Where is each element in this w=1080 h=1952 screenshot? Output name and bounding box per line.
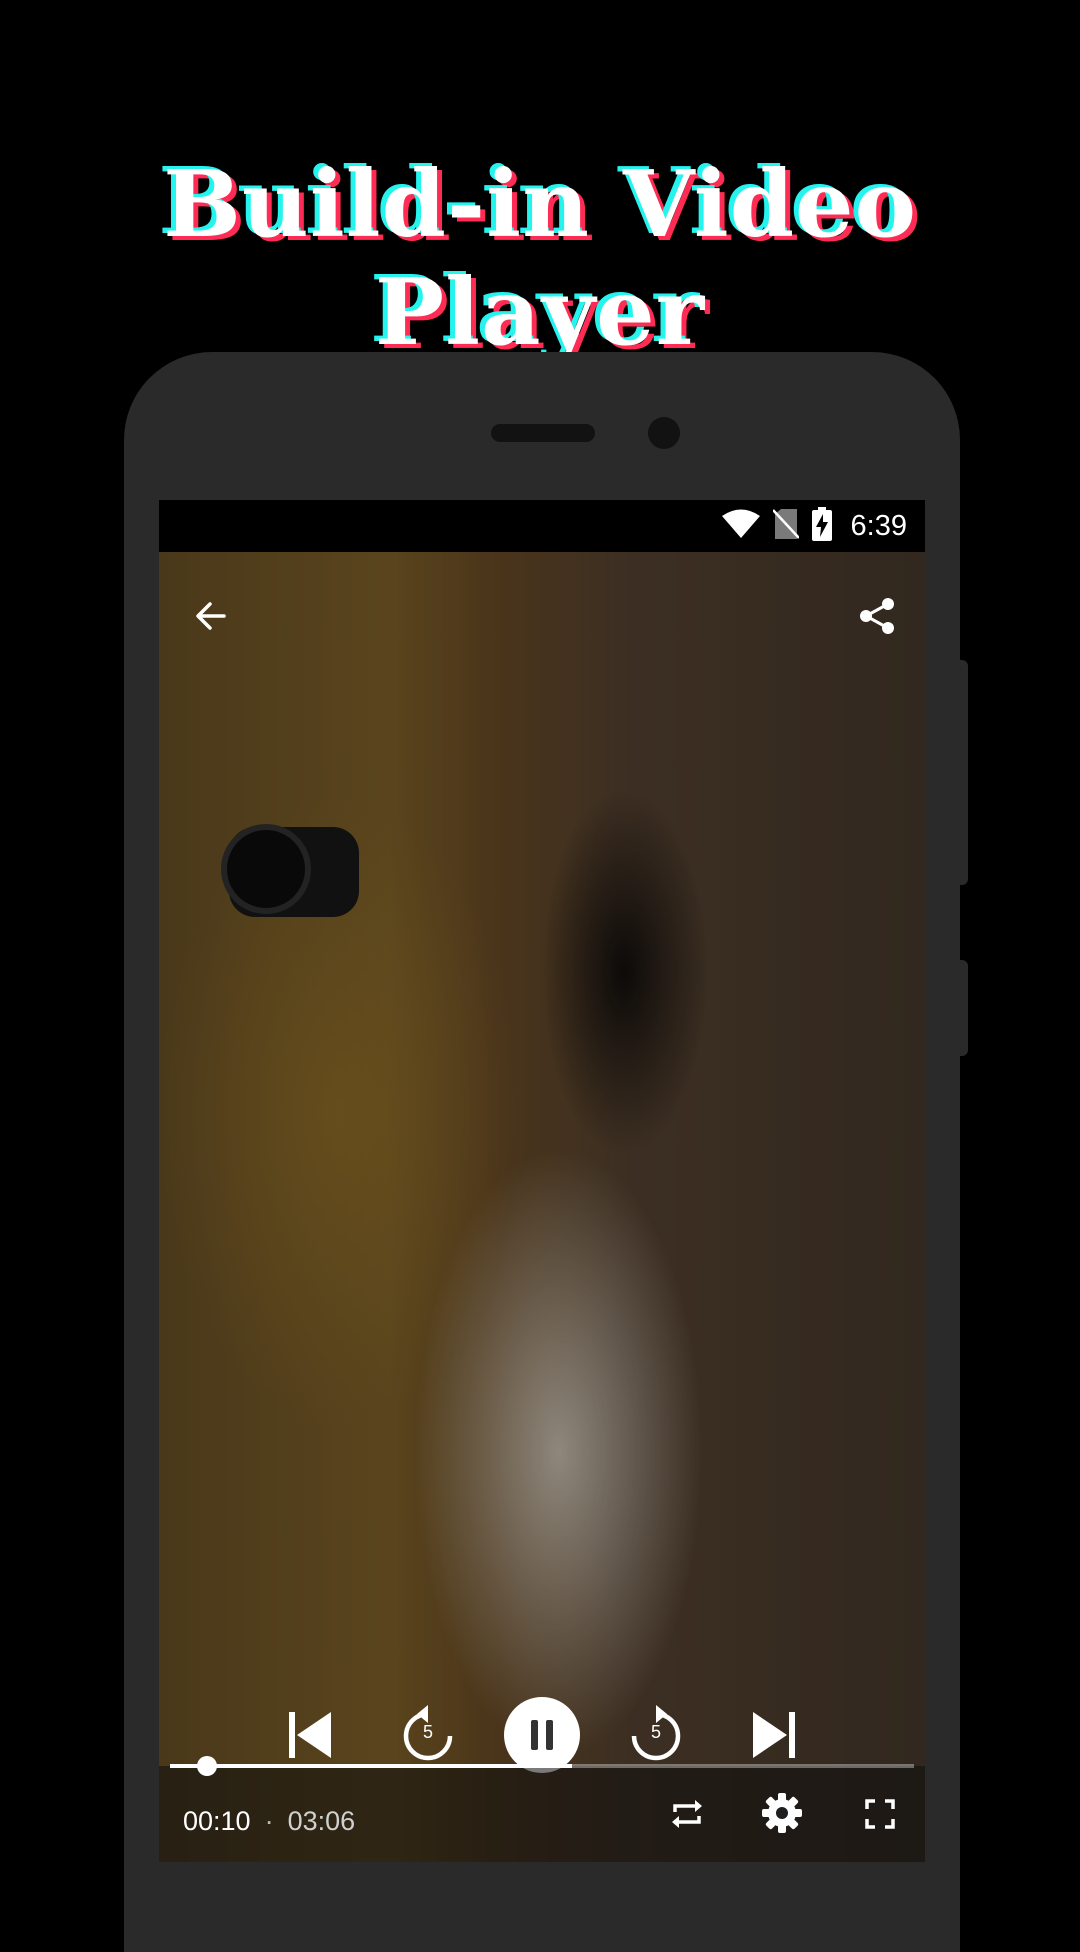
headline: Build-in Video Player [163, 150, 917, 366]
time-display: 00:10 · 03:06 [183, 1806, 355, 1837]
phone-speaker [491, 424, 595, 442]
wifi-icon [721, 509, 761, 544]
seek-bar[interactable] [170, 1756, 914, 1776]
total-duration: 03:06 [287, 1806, 356, 1836]
share-icon[interactable] [849, 588, 905, 644]
seek-buffered [170, 1764, 572, 1768]
no-sim-icon [771, 508, 800, 545]
video-frame[interactable]: 5 5 [159, 552, 925, 1862]
phone-front-camera [648, 417, 680, 449]
time-separator: · [264, 1806, 274, 1836]
settings-gear-icon[interactable] [757, 1788, 807, 1838]
back-arrow-icon[interactable] [183, 588, 239, 644]
replay-5-icon[interactable]: 5 [390, 1697, 466, 1773]
skip-previous-icon[interactable] [278, 1703, 342, 1767]
forward-5-icon[interactable]: 5 [618, 1697, 694, 1773]
repeat-icon[interactable] [663, 1790, 711, 1838]
phone-volume-button [960, 960, 968, 1056]
forward-seconds-label: 5 [650, 1722, 661, 1742]
status-bar: 6:39 [159, 500, 925, 552]
pause-button[interactable] [504, 1697, 580, 1773]
phone-screen: 6:39 5 5 00:10 · 03:06 [159, 500, 925, 1862]
phone-power-button [960, 660, 968, 885]
current-time: 00:10 [183, 1806, 251, 1836]
pause-icon [531, 1720, 553, 1750]
skip-next-icon[interactable] [742, 1703, 806, 1767]
status-time: 6:39 [850, 509, 907, 542]
replay-seconds-label: 5 [422, 1722, 433, 1742]
video-dim-overlay [159, 552, 925, 1862]
fullscreen-icon[interactable] [856, 1790, 904, 1838]
battery-charging-icon [811, 506, 833, 546]
